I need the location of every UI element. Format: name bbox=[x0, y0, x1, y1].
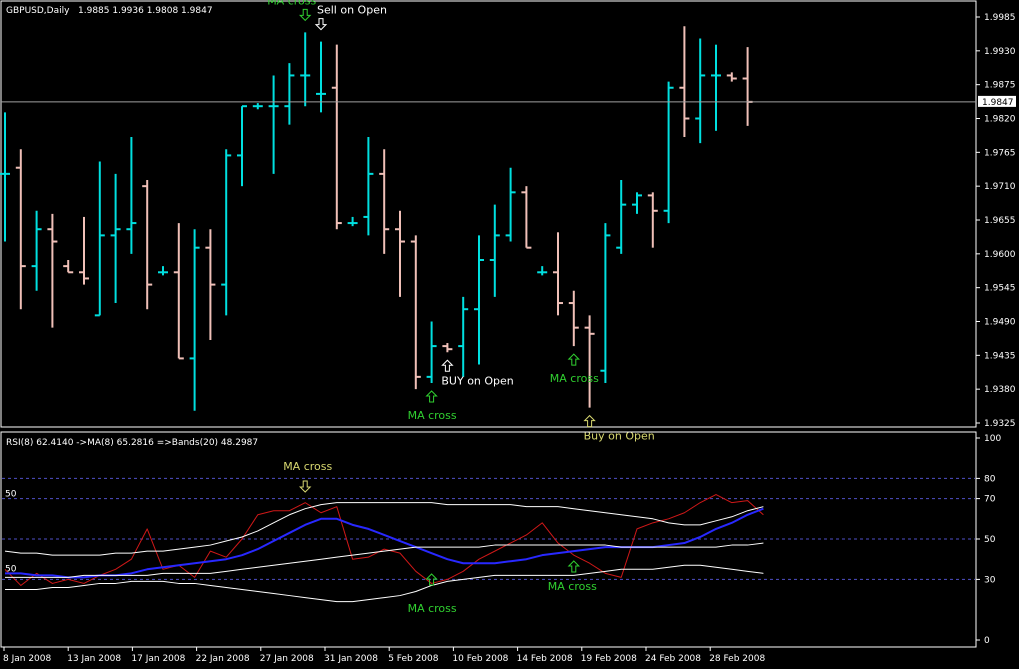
x-tick-label: 17 Jan 2008 bbox=[131, 654, 185, 664]
x-tick-label: 28 Feb 2008 bbox=[709, 654, 765, 664]
annotation-label: Sell on Open bbox=[317, 4, 387, 17]
price-tick-label: 1.9545 bbox=[984, 284, 1016, 294]
rsi-tick-label: 50 bbox=[984, 535, 996, 545]
x-tick-label: 14 Feb 2008 bbox=[517, 654, 573, 664]
price-tick-label: 1.9490 bbox=[984, 318, 1016, 328]
annotation-label: MA cross bbox=[408, 409, 457, 422]
price-tick-label: 1.9325 bbox=[984, 419, 1016, 429]
rsi-tick-label: 70 bbox=[984, 495, 996, 505]
price-tick-label: 1.9820 bbox=[984, 115, 1016, 125]
annotation-label: BUY on Open bbox=[441, 374, 513, 387]
annotation-label: MA cross bbox=[548, 580, 597, 593]
x-tick-label: 5 Feb 2008 bbox=[388, 654, 439, 664]
price-tick-label: 1.9765 bbox=[984, 148, 1016, 158]
x-tick-label: 13 Jan 2008 bbox=[67, 654, 121, 664]
price-ohlc-header: 1.9885 1.9936 1.9808 1.9847 bbox=[78, 6, 213, 16]
x-tick-label: 24 Feb 2008 bbox=[645, 654, 701, 664]
rsi-panel-header: RSI(8) 62.4140 ->MA(8) 65.2816 =>Bands(2… bbox=[6, 438, 258, 448]
x-tick-label: 31 Jan 2008 bbox=[324, 654, 378, 664]
price-panel-title: GBPUSD,Daily bbox=[6, 6, 70, 16]
rsi-tick-label: 0 bbox=[984, 636, 990, 646]
x-tick-label: 22 Jan 2008 bbox=[196, 654, 250, 664]
chart-canvas: GBPUSD,Daily 1.9885 1.9936 1.9808 1.9847… bbox=[0, 0, 1019, 665]
x-tick-label: 19 Feb 2008 bbox=[581, 654, 637, 664]
annotation-label: MA cross bbox=[267, 0, 316, 7]
current-price-label: 1.9847 bbox=[982, 98, 1014, 108]
price-tick-label: 1.9930 bbox=[984, 47, 1016, 57]
price-tick-label: 1.9600 bbox=[984, 250, 1016, 260]
annotation-label: MA cross bbox=[550, 372, 599, 385]
chart-background bbox=[0, 0, 1019, 665]
annotation-label: MA cross bbox=[283, 460, 332, 473]
price-tick-label: 1.9875 bbox=[984, 81, 1016, 91]
rsi-level-label: 50 bbox=[5, 490, 17, 500]
x-tick-label: 8 Jan 2008 bbox=[3, 654, 51, 664]
price-tick-label: 1.9380 bbox=[984, 385, 1016, 395]
x-tick-label: 27 Jan 2008 bbox=[260, 654, 314, 664]
rsi-tick-label: 100 bbox=[984, 434, 1001, 444]
price-tick-label: 1.9435 bbox=[984, 351, 1016, 361]
rsi-tick-label: 80 bbox=[984, 474, 996, 484]
chart-window: GBPUSD,Daily 1.9885 1.9936 1.9808 1.9847… bbox=[0, 0, 1019, 665]
price-tick-label: 1.9655 bbox=[984, 216, 1016, 226]
price-tick-label: 1.9710 bbox=[984, 182, 1016, 192]
price-tick-label: 1.9985 bbox=[984, 13, 1016, 23]
x-tick-label: 10 Feb 2008 bbox=[452, 654, 508, 664]
annotation-label: MA cross bbox=[408, 602, 457, 615]
rsi-tick-label: 30 bbox=[984, 575, 996, 585]
